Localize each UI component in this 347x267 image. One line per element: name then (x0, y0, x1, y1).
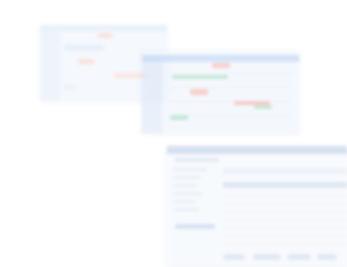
window-1-event-bar (64, 45, 104, 50)
window-2-event-bar[interactable] (170, 115, 188, 120)
window-2-titlebar (142, 55, 299, 62)
left-panel-line (173, 192, 203, 195)
window-3-left-panel (173, 168, 219, 228)
table-footer (223, 254, 341, 261)
left-panel-line (173, 208, 199, 211)
window-2-grid-line (166, 87, 293, 88)
window-3[interactable] (167, 146, 347, 267)
window-2-grid-line (166, 101, 293, 102)
window-2[interactable] (142, 51, 299, 133)
left-panel-line (173, 200, 195, 203)
window-1-event-bar (78, 59, 94, 64)
left-panel-line (173, 184, 197, 187)
table-row[interactable] (223, 212, 347, 213)
window-2-event-bar[interactable] (172, 75, 228, 79)
window-1-sidebar (40, 31, 60, 101)
data-table (223, 168, 347, 249)
footer-pill[interactable] (287, 254, 311, 260)
breadcrumb (175, 158, 219, 162)
window-2-sidebar (142, 62, 163, 133)
footer-pill[interactable] (253, 254, 281, 260)
table-row[interactable] (223, 228, 347, 229)
table-header (223, 182, 347, 188)
window-3-titlebar (167, 146, 347, 154)
table-row[interactable] (223, 204, 347, 205)
table-row[interactable] (223, 244, 347, 245)
left-panel-action-button[interactable] (175, 224, 215, 229)
window-2-event-bar[interactable] (212, 63, 230, 68)
desktop-stage (0, 0, 347, 267)
left-panel-line (173, 176, 201, 179)
window-1-event-bar (98, 33, 112, 38)
footer-pill[interactable] (223, 254, 245, 260)
window-2-event-bar[interactable] (190, 89, 208, 95)
window-2-grid-line (166, 73, 293, 74)
table-row[interactable] (223, 196, 347, 197)
window-2-event-bar[interactable] (254, 105, 272, 109)
table-row[interactable] (223, 236, 347, 237)
left-panel-line (173, 168, 207, 171)
table-row[interactable] (223, 220, 347, 221)
window-1-event-bar (64, 85, 76, 90)
footer-pill[interactable] (317, 254, 337, 260)
table-toolbar (223, 168, 347, 174)
